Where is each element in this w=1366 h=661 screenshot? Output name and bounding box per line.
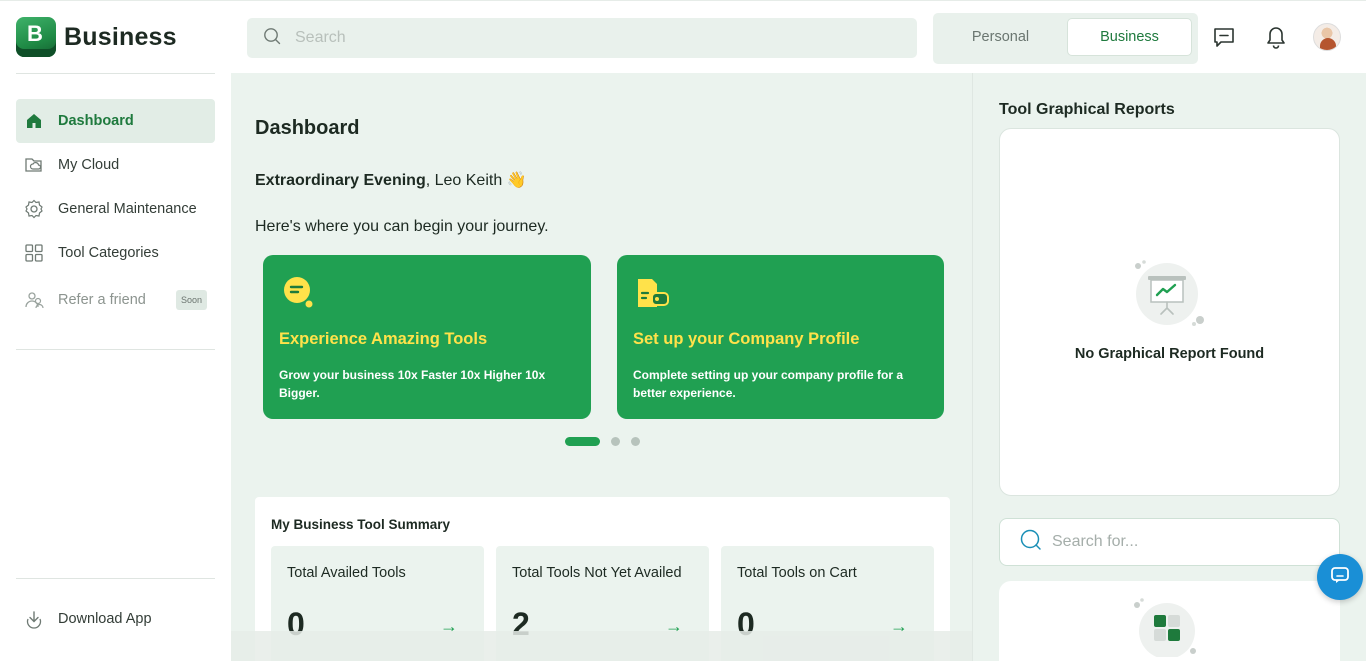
- reports-panel: Tool Graphical Reports No Graphical Repo…: [972, 73, 1366, 661]
- download-app-button[interactable]: Download App: [16, 597, 215, 641]
- sidebar-item-label: Refer a friend: [58, 292, 146, 308]
- download-icon: [24, 609, 44, 629]
- carousel-dot[interactable]: [631, 437, 640, 446]
- stat-label: Total Tools Not Yet Availed: [512, 565, 682, 581]
- summary-title: My Business Tool Summary: [271, 517, 451, 532]
- topbar: Personal Business: [231, 0, 1366, 73]
- sidebar-nav: Dashboard My Cloud General Maintenance T…: [16, 99, 215, 325]
- toggle-business[interactable]: Business: [1067, 18, 1192, 56]
- carousel-indicator: [565, 437, 651, 446]
- sidebar-item-label: Dashboard: [58, 113, 134, 129]
- search-bar[interactable]: [247, 18, 917, 58]
- soon-badge: Soon: [175, 290, 207, 310]
- tool-list-box: [999, 581, 1340, 661]
- sidebar-item-tool-categories[interactable]: Tool Categories: [16, 231, 215, 275]
- waving-hand-icon: 👋: [506, 172, 527, 189]
- brand-name: Business: [64, 22, 177, 51]
- tool-search-bar[interactable]: [999, 518, 1340, 566]
- sidebar-item-refer-a-friend[interactable]: Refer a friend Soon: [16, 275, 215, 325]
- chat-support-button[interactable]: [1317, 554, 1363, 600]
- search-icon: [263, 27, 281, 50]
- card-title: Experience Amazing Tools: [279, 330, 488, 348]
- greeting: Extraordinary Evening, Leo Keith 👋: [255, 170, 527, 190]
- sidebar-item-label: General Maintenance: [58, 201, 197, 217]
- card-description: Complete setting up your company profile…: [633, 368, 904, 400]
- search-input[interactable]: [295, 29, 855, 47]
- chat-icon: [1330, 565, 1350, 590]
- carousel-dot[interactable]: [565, 437, 600, 446]
- brand-logo: B: [16, 17, 56, 57]
- account-mode-toggle: Personal Business: [933, 13, 1198, 64]
- sidebar-item-label: Tool Categories: [58, 245, 159, 261]
- sidebar-divider: [16, 73, 215, 74]
- brand-logo-letter: B: [27, 21, 43, 46]
- notification-bell-icon[interactable]: [1264, 25, 1288, 49]
- journey-subtitle: Here's where you can begin your journey.: [255, 218, 549, 235]
- empty-state-text: No Graphical Report Found: [1074, 346, 1265, 362]
- user-avatar[interactable]: [1313, 23, 1341, 51]
- sidebar-divider: [16, 349, 215, 350]
- promo-card-company-profile[interactable]: Set up your Company Profile Complete set…: [617, 255, 944, 419]
- toggle-personal[interactable]: Personal: [938, 18, 1063, 56]
- page-title: Dashboard: [255, 117, 360, 139]
- stat-label: Total Availed Tools: [287, 565, 406, 581]
- chat-bubble-icon: [281, 275, 317, 311]
- scroll-fade-overlay: [231, 631, 972, 661]
- presentation-chart-icon: [1134, 260, 1206, 328]
- sidebar-item-label: My Cloud: [58, 157, 120, 173]
- sidebar-divider: [16, 578, 215, 579]
- main-content: Dashboard Extraordinary Evening, Leo Kei…: [231, 73, 972, 661]
- download-app-label: Download App: [58, 611, 152, 627]
- gear-icon: [24, 199, 44, 219]
- sidebar: B Business Dashboard My Cloud General Ma…: [0, 0, 231, 661]
- greeting-time: Extraordinary Evening: [255, 172, 426, 189]
- cloud-folder-icon: [24, 155, 44, 175]
- carousel-dot[interactable]: [611, 437, 620, 446]
- greeting-user: , Leo Keith: [425, 172, 503, 189]
- sidebar-item-dashboard[interactable]: Dashboard: [16, 99, 215, 143]
- search-icon: [1020, 529, 1042, 556]
- reports-title: Tool Graphical Reports: [999, 101, 1175, 118]
- stat-label: Total Tools on Cart: [737, 565, 857, 581]
- graphical-report-box: No Graphical Report Found: [999, 128, 1340, 496]
- card-description: Grow your business 10x Faster 10x Higher…: [279, 368, 546, 400]
- grid-icon: [24, 243, 44, 263]
- users-icon: [24, 290, 44, 310]
- sidebar-item-general-maintenance[interactable]: General Maintenance: [16, 187, 215, 231]
- tools-empty-icon: [1133, 593, 1203, 659]
- home-icon: [24, 111, 44, 131]
- messages-icon[interactable]: [1212, 25, 1236, 49]
- promo-card-amazing-tools[interactable]: Experience Amazing Tools Grow your busin…: [263, 255, 591, 419]
- brand[interactable]: B Business: [16, 17, 177, 57]
- sidebar-item-my-cloud[interactable]: My Cloud: [16, 143, 215, 187]
- company-profile-icon: [635, 275, 671, 311]
- tool-search-input[interactable]: [1052, 533, 1302, 551]
- card-title: Set up your Company Profile: [633, 330, 860, 348]
